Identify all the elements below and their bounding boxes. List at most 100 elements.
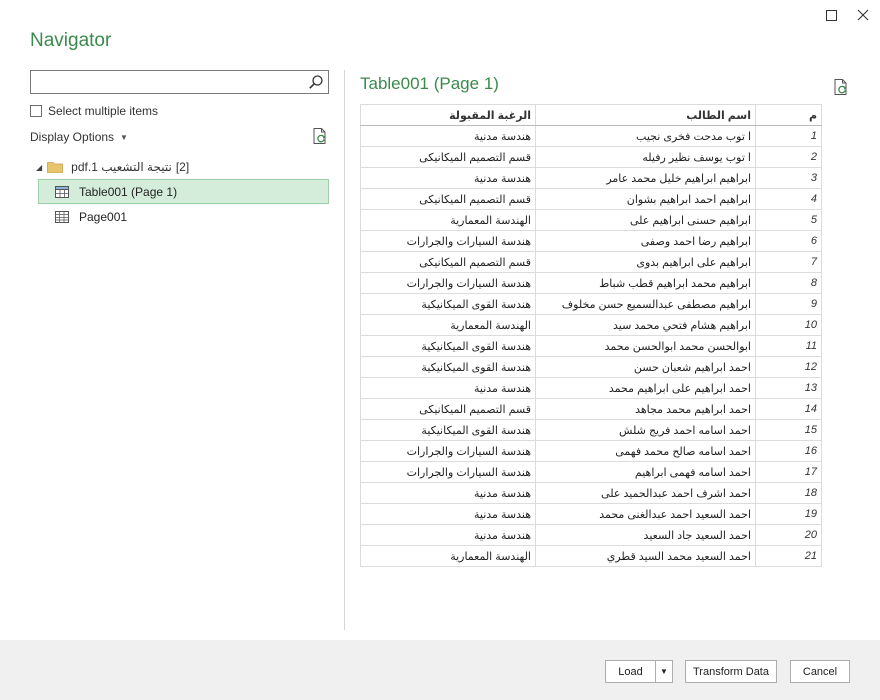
row-number-cell: 18 xyxy=(755,482,822,504)
maximize-icon xyxy=(825,9,837,21)
row-number-cell: 19 xyxy=(755,503,822,525)
accepted-choice-cell: هندسة السيارات والجرارات xyxy=(360,440,536,462)
student-name-cell: احمد ابراهيم على ابراهيم محمد xyxy=(535,377,756,399)
accepted-choice-cell: قسم التصميم الميكانيكى xyxy=(360,146,536,168)
select-multiple-checkbox[interactable] xyxy=(30,105,42,117)
close-icon xyxy=(857,9,869,21)
column-header: اسم الطالب xyxy=(535,104,756,126)
student-name-cell: ابراهيم حسنى ابراهيم على xyxy=(535,209,756,231)
table-row: الهندسة المعمارية ابراهيم حسنى ابراهيم عل… xyxy=(360,209,822,231)
load-button[interactable]: Load xyxy=(605,660,655,683)
table-row: هندسة السيارات والجرارات احمد اسامه فهمى … xyxy=(360,461,822,483)
row-number-cell: 21 xyxy=(755,545,822,567)
accepted-choice-cell: هندسة القوى الميكانيكية xyxy=(360,356,536,378)
column-header: الرغبة المقبولة xyxy=(360,104,536,126)
accepted-choice-cell: هندسة مدنية xyxy=(360,524,536,546)
table-row: هندسة القوى الميكانيكية ابراهيم مصطفى عبد… xyxy=(360,293,822,315)
row-number-cell: 16 xyxy=(755,440,822,462)
student-name-cell: احمد اسامه صالح محمد فهمى xyxy=(535,440,756,462)
table-row: الهندسة المعمارية ابراهيم هشام فتحي محمد … xyxy=(360,314,822,336)
student-name-cell: احمد ابراهيم شعبان حسن xyxy=(535,356,756,378)
table-row: الهندسة المعمارية احمد السعيد محمد السيد … xyxy=(360,545,822,567)
table-row: قسم التصميم الميكانيكى ابراهيم على ابراهي… xyxy=(360,251,822,273)
student-name-cell: ابراهيم ابراهيم خليل محمد عامر xyxy=(535,167,756,189)
close-button[interactable] xyxy=(854,6,872,24)
row-number-cell: 8 xyxy=(755,272,822,294)
accepted-choice-cell: قسم التصميم الميكانيكى xyxy=(360,188,536,210)
search-input[interactable] xyxy=(31,71,301,93)
accepted-choice-cell: الهندسة المعمارية xyxy=(360,209,536,231)
select-multiple-row[interactable]: Select multiple items xyxy=(30,104,158,118)
page-grid-icon xyxy=(55,210,69,223)
accepted-choice-cell: الهندسة المعمارية xyxy=(360,545,536,567)
table-row: هندسة مدنية احمد السعيد جاد السعيد 20 xyxy=(360,524,822,546)
accepted-choice-cell: هندسة القوى الميكانيكية xyxy=(360,293,536,315)
table-row: قسم التصميم الميكانيكى احمد ابراهيم محمد … xyxy=(360,398,822,420)
load-dropdown-button[interactable]: ▼ xyxy=(655,660,673,683)
refresh-icon[interactable] xyxy=(311,127,329,145)
student-name-cell: ا توب مدحت فخرى نجيب xyxy=(535,125,756,147)
table-header-row: الرغبة المقبولة اسم الطالب م xyxy=(360,104,822,126)
tree-root-node[interactable]: ◢ نتيجة التشعيب 1.pdf [2] xyxy=(36,158,189,176)
accepted-choice-cell: هندسة مدنية xyxy=(360,482,536,504)
accepted-choice-cell: هندسة مدنية xyxy=(360,167,536,189)
table-row: قسم التصميم الميكانيكى ا توب يوسف نظير رف… xyxy=(360,146,822,168)
row-number-cell: 2 xyxy=(755,146,822,168)
column-header: م xyxy=(755,104,822,126)
accepted-choice-cell: هندسة مدنية xyxy=(360,503,536,525)
table-row: هندسة مدنية ا توب مدحت فخرى نجيب 1 xyxy=(360,125,822,147)
table-row: هندسة مدنية احمد ابراهيم على ابراهيم محمد… xyxy=(360,377,822,399)
cancel-button[interactable]: Cancel xyxy=(790,660,850,683)
display-options-label: Display Options xyxy=(30,130,115,144)
row-number-cell: 1 xyxy=(755,125,822,147)
display-options-button[interactable]: Display Options ▼ xyxy=(30,130,128,144)
student-name-cell: احمد ابراهيم محمد مجاهد xyxy=(535,398,756,420)
row-number-cell: 5 xyxy=(755,209,822,231)
chevron-down-icon: ▼ xyxy=(120,132,128,142)
folder-icon xyxy=(47,162,64,173)
tree-item-page001[interactable]: Page001 xyxy=(38,204,329,229)
student-name-cell: احمد اسامه احمد فريج شلش xyxy=(535,419,756,441)
pane-divider[interactable] xyxy=(344,70,345,630)
accepted-choice-cell: قسم التصميم الميكانيكى xyxy=(360,398,536,420)
row-number-cell: 6 xyxy=(755,230,822,252)
student-name-cell: ابراهيم على ابراهيم بدوى xyxy=(535,251,756,273)
search-icon[interactable] xyxy=(308,74,324,90)
row-number-cell: 4 xyxy=(755,188,822,210)
row-number-cell: 17 xyxy=(755,461,822,483)
accepted-choice-cell: هندسة السيارات والجرارات xyxy=(360,461,536,483)
chevron-down-icon: ▼ xyxy=(660,667,668,676)
tree-item-table001[interactable]: Table001 (Page 1) xyxy=(38,179,329,204)
collapse-arrow-icon[interactable]: ◢ xyxy=(36,163,42,172)
student-name-cell: ابوالحسن محمد ابوالحسن محمد xyxy=(535,335,756,357)
student-name-cell: ابراهيم رضا احمد وصفى xyxy=(535,230,756,252)
refresh-icon[interactable] xyxy=(832,78,850,96)
accepted-choice-cell: هندسة السيارات والجرارات xyxy=(360,230,536,252)
table-row: هندسة القوى الميكانيكية ابوالحسن محمد ابو… xyxy=(360,335,822,357)
row-number-cell: 13 xyxy=(755,377,822,399)
row-number-cell: 3 xyxy=(755,167,822,189)
table-row: هندسة القوى الميكانيكية احمد ابراهيم شعبا… xyxy=(360,356,822,378)
table-row: هندسة مدنية احمد السعيد احمد عبدالغنى محم… xyxy=(360,503,822,525)
preview-table: الرغبة المقبولة اسم الطالب م هندسة مدنية… xyxy=(360,104,822,567)
accepted-choice-cell: هندسة مدنية xyxy=(360,377,536,399)
row-number-cell: 10 xyxy=(755,314,822,336)
maximize-button[interactable] xyxy=(822,6,840,24)
accepted-choice-cell: هندسة القوى الميكانيكية xyxy=(360,335,536,357)
student-name-cell: ابراهيم مصطفى عبدالسميع حسن مخلوف xyxy=(535,293,756,315)
accepted-choice-cell: هندسة السيارات والجرارات xyxy=(360,272,536,294)
transform-data-button[interactable]: Transform Data xyxy=(685,660,777,683)
accepted-choice-cell: هندسة القوى الميكانيكية xyxy=(360,419,536,441)
student-name-cell: ابراهيم محمد ابراهيم قطب شباط xyxy=(535,272,756,294)
table-row: قسم التصميم الميكانيكى ابراهيم احمد ابراه… xyxy=(360,188,822,210)
preview-title: Table001 (Page 1) xyxy=(360,74,499,93)
table-row: هندسة القوى الميكانيكية احمد اسامه احمد ف… xyxy=(360,419,822,441)
student-name-cell: ا توب يوسف نظير رفيله xyxy=(535,146,756,168)
table-icon xyxy=(55,185,69,198)
table-row: هندسة السيارات والجرارات ابراهيم رضا احمد… xyxy=(360,230,822,252)
tree-item-label: Table001 (Page 1) xyxy=(79,184,178,199)
table-row: هندسة مدنية احمد اشرف احمد عبدالحميد على 1… xyxy=(360,482,822,504)
row-number-cell: 14 xyxy=(755,398,822,420)
tree-root-label: نتيجة التشعيب 1.pdf xyxy=(71,160,172,174)
row-number-cell: 9 xyxy=(755,293,822,315)
